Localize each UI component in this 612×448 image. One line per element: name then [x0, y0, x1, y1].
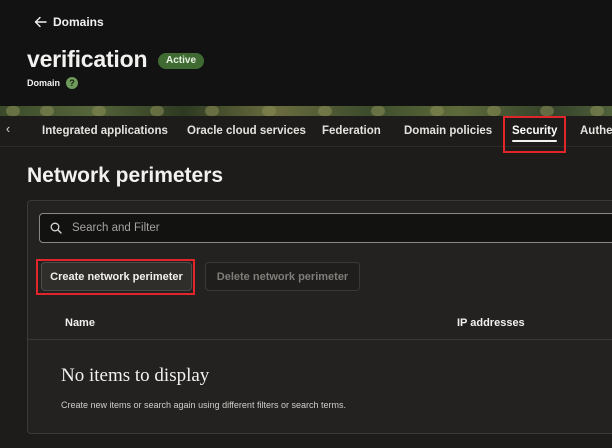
delete-network-perimeter-button[interactable]: Delete network perimeter: [205, 262, 360, 291]
domain-tabs: ‹ Integrated applications Oracle cloud s…: [0, 116, 612, 147]
tab-scroll-left-icon[interactable]: ‹: [0, 116, 16, 146]
help-icon[interactable]: ?: [66, 77, 79, 89]
search-icon: [50, 222, 62, 234]
search-filter-field[interactable]: [39, 213, 612, 243]
empty-state-description: Create new items or search again using d…: [61, 400, 346, 410]
back-link-label: Domains: [53, 15, 104, 29]
arrow-left-icon: [34, 16, 47, 28]
decorative-banner: [0, 106, 612, 116]
empty-state-title: No items to display: [61, 365, 210, 386]
page-header: Domains verification Active Domain ?: [0, 0, 612, 108]
column-header-name[interactable]: Name: [65, 317, 95, 329]
tab-authentication-truncated[interactable]: Authe: [580, 116, 612, 146]
column-header-ip-addresses[interactable]: IP addresses: [457, 317, 525, 329]
back-to-domains-link[interactable]: Domains: [34, 15, 104, 29]
page-subtitle: Domain ?: [27, 77, 79, 89]
tab-security[interactable]: Security: [512, 116, 558, 146]
table-header-divider: [28, 339, 612, 340]
tab-integrated-applications[interactable]: Integrated applications: [42, 116, 168, 146]
page-title: verification: [27, 46, 148, 72]
create-network-perimeter-button[interactable]: Create network perimeter: [41, 262, 192, 291]
section-title: Network perimeters: [27, 164, 224, 187]
tab-federation[interactable]: Federation: [322, 116, 381, 146]
subtitle-label: Domain: [27, 78, 61, 88]
tab-oracle-cloud-services[interactable]: Oracle cloud services: [187, 116, 306, 146]
search-input[interactable]: [70, 221, 574, 235]
tab-domain-policies[interactable]: Domain policies: [404, 116, 492, 146]
status-badge: Active: [158, 53, 205, 69]
